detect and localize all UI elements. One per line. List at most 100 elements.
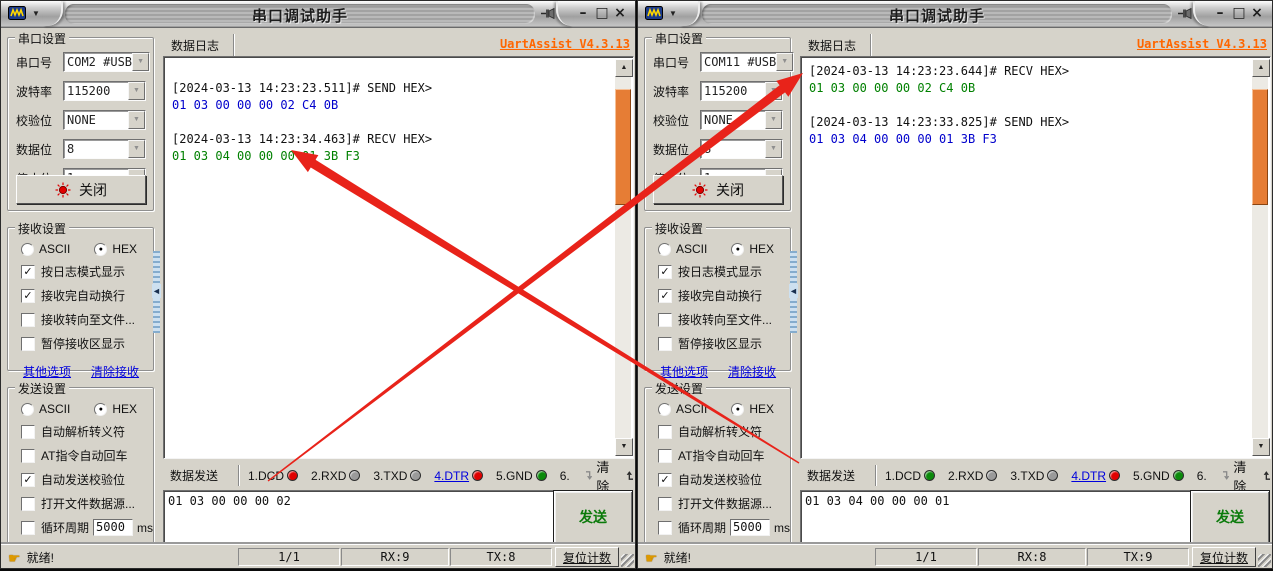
recv-log-mode-checkbox[interactable]: ✓按日志模式显示 <box>658 263 790 280</box>
data-send-tab[interactable]: 数据发送 <box>163 465 239 486</box>
file-data-source-checkbox[interactable]: 打开文件数据源... <box>658 495 790 512</box>
parity-select[interactable]: NONE▼ <box>700 110 783 130</box>
recv-ascii-radio[interactable]: ASCII <box>21 242 70 256</box>
dtr-indicator[interactable]: 4.DTR <box>1071 469 1120 483</box>
recv-log-mode-checkbox[interactable]: ✓按日志模式显示 <box>21 263 153 280</box>
chevron-down-icon[interactable]: ▼ <box>765 111 782 129</box>
chevron-down-icon[interactable]: ▼ <box>765 82 782 100</box>
scroll-down-icon[interactable]: ▼ <box>1252 438 1270 456</box>
close-button[interactable]: × <box>1249 4 1265 22</box>
recv-to-file-checkbox[interactable]: 接收转向至文件... <box>21 311 153 328</box>
other-options-link[interactable]: 其他选项 <box>23 363 71 380</box>
recv-auto-newline-checkbox[interactable]: ✓接收完自动换行 <box>21 287 153 304</box>
clear-receive-link[interactable]: 清除接收 <box>91 363 139 380</box>
clear-receive-button[interactable]: 清除 <box>584 457 614 495</box>
titlebar[interactable]: ▼ 串口调试助手 – □ × <box>638 1 1272 28</box>
send-button[interactable]: 发送 <box>553 490 633 544</box>
close-port-button[interactable]: 关闭 <box>16 175 146 204</box>
parity-select[interactable]: NONE▼ <box>63 110 146 130</box>
scroll-down-icon[interactable]: ▼ <box>615 438 633 456</box>
file-data-source-checkbox[interactable]: 打开文件数据源... <box>21 495 153 512</box>
send-hex-radio[interactable]: ●HEX <box>94 402 137 416</box>
send-data-input[interactable]: 01 03 00 00 00 02 <box>163 490 555 548</box>
com-port-select[interactable]: COM11 #USB▼ <box>700 52 794 72</box>
data-log-box[interactable]: [2024-03-13 14:23:23.644]# RECV HEX> 01 … <box>800 56 1271 459</box>
chevron-down-icon[interactable]: ▼ <box>128 111 145 129</box>
at-auto-return-checkbox[interactable]: AT指令自动回车 <box>658 447 790 464</box>
chevron-down-icon[interactable]: ▼ <box>128 140 145 158</box>
recv-hex-radio[interactable]: ●HEX <box>94 242 137 256</box>
resize-grip[interactable] <box>621 554 634 567</box>
dtr-toggle-link[interactable]: 4.DTR <box>434 469 469 483</box>
at-auto-return-checkbox[interactable]: AT指令自动回车 <box>21 447 153 464</box>
reset-count-button[interactable]: 复位计数 <box>1192 547 1256 567</box>
data-bits-select[interactable]: 8▼ <box>700 139 783 159</box>
scroll-up-icon[interactable]: ▲ <box>615 59 633 77</box>
data-log-box[interactable]: [2024-03-13 14:23:23.511]# SEND HEX> 01 … <box>163 56 634 459</box>
send-data-input[interactable]: 01 03 04 00 00 00 01 <box>800 490 1192 548</box>
chevron-down-icon[interactable]: ▼ <box>776 53 793 71</box>
scrollbar-thumb[interactable] <box>1252 89 1268 205</box>
recv-ascii-radio[interactable]: ASCII <box>658 242 707 256</box>
data-log-tab[interactable]: 数据日志 <box>164 34 234 57</box>
app-icon[interactable] <box>645 6 663 25</box>
maximize-button[interactable]: □ <box>594 4 610 22</box>
dtr-toggle-link[interactable]: 4.DTR <box>1071 469 1106 483</box>
reset-count-button[interactable]: 复位计数 <box>555 547 619 567</box>
minimize-button[interactable]: – <box>575 4 591 22</box>
version-link[interactable]: UartAssist V4.3.13 <box>500 37 630 51</box>
clear-receive-button[interactable]: 清除 <box>1221 457 1251 495</box>
chevron-down-icon[interactable]: ▼ <box>132 53 149 71</box>
send-button[interactable]: 发送 <box>1190 490 1270 544</box>
baud-rate-select[interactable]: 115200▼ <box>63 81 146 101</box>
data-send-tab[interactable]: 数据发送 <box>800 465 876 486</box>
scrollbar-thumb[interactable] <box>615 89 631 205</box>
version-link[interactable]: UartAssist V4.3.13 <box>1137 37 1267 51</box>
other-options-link[interactable]: 其他选项 <box>660 363 708 380</box>
escape-parse-checkbox[interactable]: 自动解析转义符 <box>21 423 153 440</box>
minimize-button[interactable]: – <box>1212 4 1228 22</box>
cycle-period-checkbox[interactable] <box>21 521 35 535</box>
recv-to-file-checkbox[interactable]: 接收转向至文件... <box>658 311 790 328</box>
scroll-up-icon[interactable]: ▲ <box>1252 59 1270 77</box>
data-bits-select[interactable]: 8▼ <box>63 139 146 159</box>
clear-send-button[interactable]: 清除 <box>1263 457 1273 495</box>
cycle-period-input[interactable]: 5000 <box>730 519 770 536</box>
pin-icon[interactable] <box>540 7 555 25</box>
clear-send-button[interactable]: 清除 <box>626 457 636 495</box>
recv-pause-display-checkbox[interactable]: 暂停接收区显示 <box>21 335 153 352</box>
send-ascii-radio[interactable]: ASCII <box>658 402 707 416</box>
menu-dropdown-arrow[interactable]: ▼ <box>669 9 677 18</box>
baud-rate-select[interactable]: 115200▼ <box>700 81 783 101</box>
cycle-period-input[interactable]: 5000 <box>93 519 133 536</box>
clear-receive-link[interactable]: 清除接收 <box>728 363 776 380</box>
app-icon[interactable] <box>8 6 26 25</box>
send-hex-radio[interactable]: ●HEX <box>731 402 774 416</box>
panel-splitter[interactable]: ◄ <box>153 251 160 333</box>
auto-checksum-checkbox[interactable]: ✓自动发送校验位 <box>21 471 153 488</box>
data-log-tab[interactable]: 数据日志 <box>801 34 871 57</box>
auto-checksum-checkbox[interactable]: ✓自动发送校验位 <box>658 471 790 488</box>
chevron-down-icon[interactable]: ▼ <box>128 82 145 100</box>
log-scrollbar[interactable]: ▲ ▼ <box>615 59 631 456</box>
send-ascii-radio[interactable]: ASCII <box>21 402 70 416</box>
cycle-period-checkbox[interactable] <box>658 521 672 535</box>
recv-auto-newline-checkbox[interactable]: ✓接收完自动换行 <box>658 287 790 304</box>
recv-hex-radio[interactable]: ●HEX <box>731 242 774 256</box>
panel-splitter[interactable]: ◄ <box>790 251 797 333</box>
close-port-button[interactable]: 关闭 <box>653 175 783 204</box>
dtr-indicator[interactable]: 4.DTR <box>434 469 483 483</box>
close-button[interactable]: × <box>612 4 628 22</box>
pin-icon[interactable] <box>1177 7 1192 25</box>
maximize-button[interactable]: □ <box>1231 4 1247 22</box>
com-port-select[interactable]: COM2 #USB▼ <box>63 52 150 72</box>
chevron-down-icon[interactable]: ▼ <box>765 140 782 158</box>
recv-pause-display-checkbox[interactable]: 暂停接收区显示 <box>658 335 790 352</box>
log-scrollbar[interactable]: ▲ ▼ <box>1252 59 1268 456</box>
titlebar[interactable]: ▼ 串口调试助手 – □ × <box>1 1 635 28</box>
menu-dropdown-arrow[interactable]: ▼ <box>32 9 40 18</box>
collapse-arrow-icon[interactable]: ◄ <box>789 284 798 298</box>
escape-parse-checkbox[interactable]: 自动解析转义符 <box>658 423 790 440</box>
collapse-arrow-icon[interactable]: ◄ <box>152 284 161 298</box>
resize-grip[interactable] <box>1258 554 1271 567</box>
